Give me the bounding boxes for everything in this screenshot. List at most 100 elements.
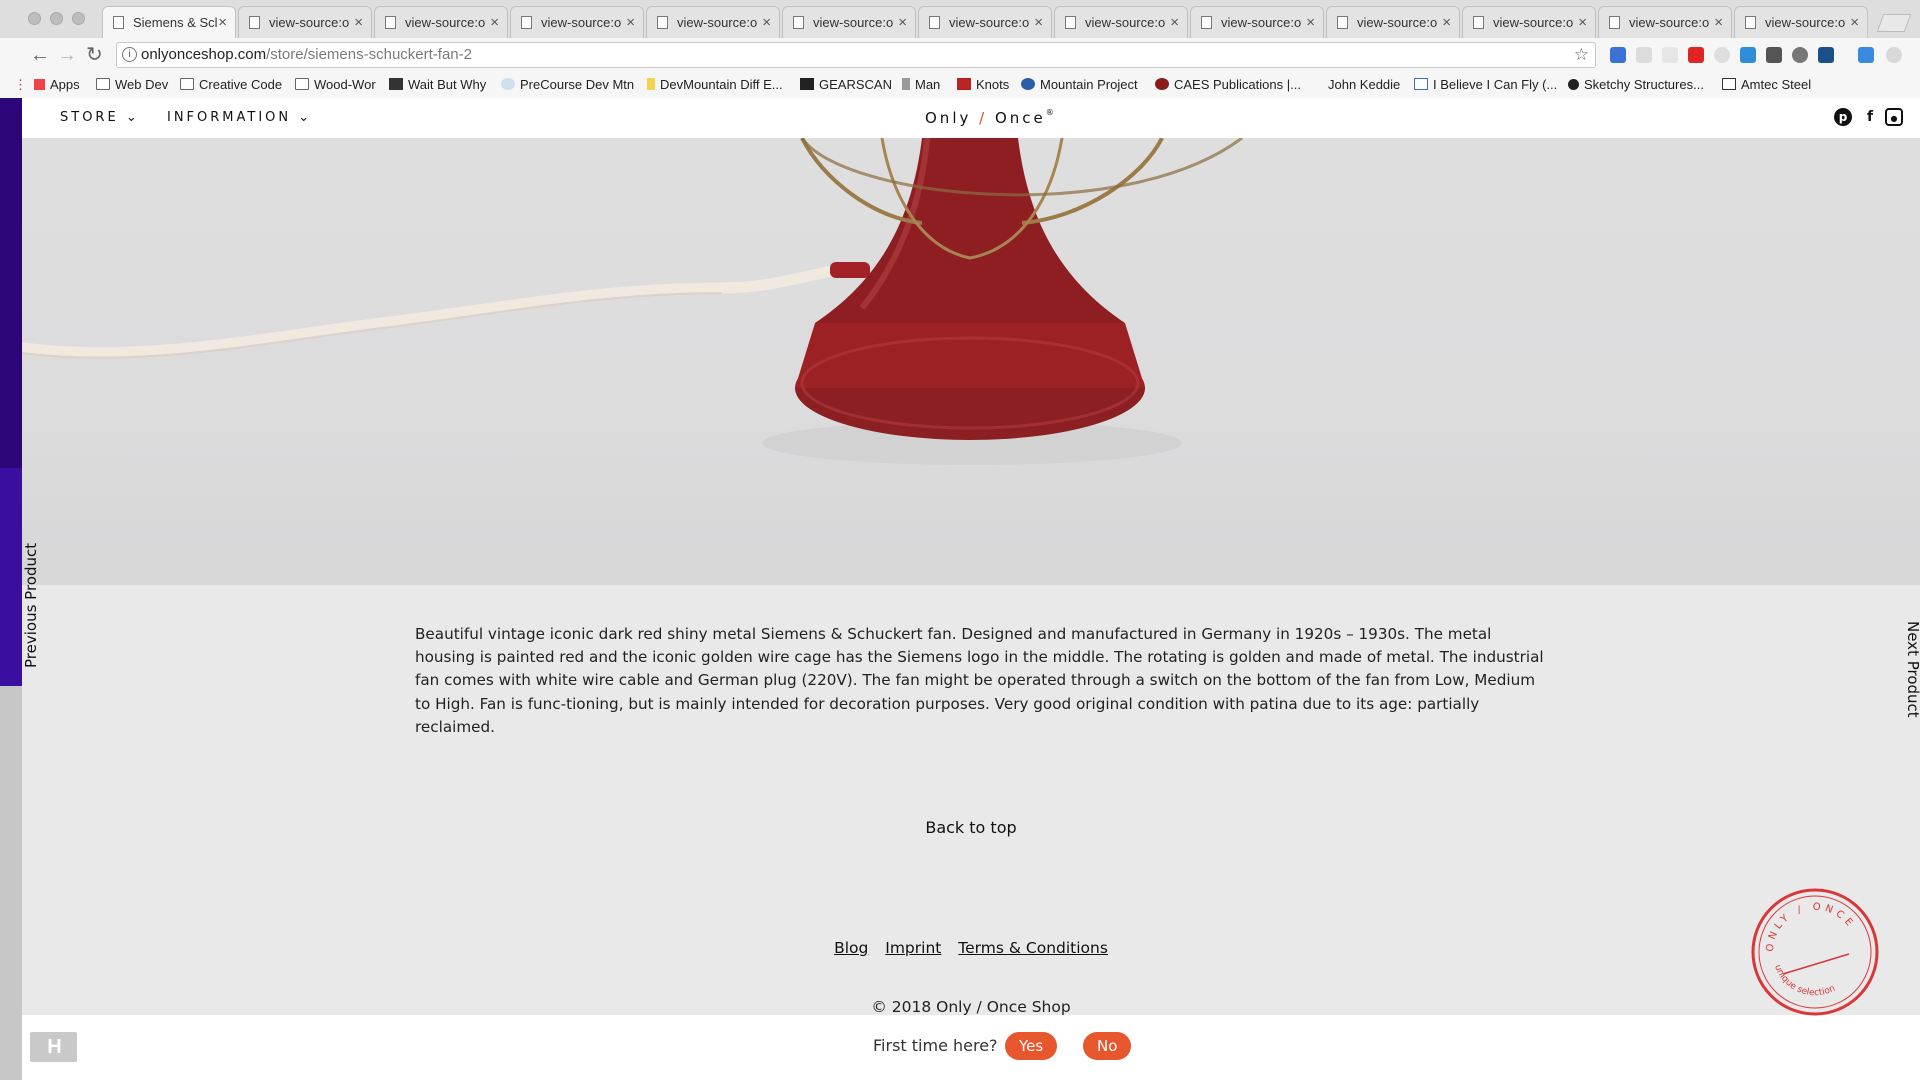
site-icon [1414, 78, 1428, 90]
bookmark-knots[interactable]: Knots [957, 76, 1009, 94]
extension-icon[interactable] [1714, 47, 1730, 63]
info-icon[interactable]: i [122, 47, 137, 62]
back-arrow-icon[interactable]: ← [30, 43, 50, 67]
hx-logo-icon[interactable]: H [30, 1032, 77, 1062]
site-icon [957, 78, 971, 90]
page-icon [929, 16, 940, 29]
bookmark-wait-but-why[interactable]: Wait But Why [389, 76, 486, 94]
close-tab-icon[interactable]: × [218, 7, 227, 38]
page-icon [521, 16, 532, 29]
back-to-top-link[interactable]: Back to top [22, 818, 1920, 837]
close-tab-icon[interactable]: × [1578, 7, 1587, 38]
no-button[interactable]: No [1083, 1032, 1132, 1060]
bookmark-i-believe[interactable]: I Believe I Can Fly (... [1414, 76, 1557, 94]
extension-youtube-icon[interactable] [1688, 47, 1704, 63]
site-icon [1155, 78, 1169, 90]
browser-tab[interactable]: view-source:o × [782, 6, 916, 38]
browser-tab-active[interactable]: Siemens & Scl × [102, 6, 236, 38]
bookmark-john-keddie[interactable]: John Keddie [1328, 76, 1400, 94]
apps-shortcut-icon[interactable]: ⋮ [14, 76, 27, 94]
fan-photo [22, 136, 1243, 465]
bookmark-precourse[interactable]: PreCourse Dev Mtn [501, 76, 634, 94]
page-icon [1065, 16, 1076, 29]
extension-vue-icon[interactable] [1740, 47, 1756, 63]
browser-tab[interactable]: view-source:o × [1326, 6, 1460, 38]
bookmark-creative-code[interactable]: Creative Code [180, 76, 282, 94]
bookmark-apps[interactable]: Apps [34, 76, 80, 94]
extension-eyedropper-icon[interactable] [1858, 47, 1874, 63]
product-image [22, 136, 1920, 585]
address-bar[interactable]: i onlyonceshop.com/store/siemens-schucke… [116, 42, 1596, 68]
site-header: STORE ⌄ INFORMATION ⌄ Only / Once® p f ● [22, 98, 1920, 138]
browser-tab[interactable]: view-source:o × [238, 6, 372, 38]
bookmark-man[interactable]: Man [902, 76, 940, 94]
blog-link[interactable]: Blog [834, 939, 868, 957]
facebook-icon[interactable]: f [1861, 108, 1879, 126]
extension-icon[interactable] [1662, 47, 1678, 63]
extension-bug-icon[interactable] [1792, 47, 1808, 63]
browser-tab[interactable]: view-source:o × [1598, 6, 1732, 38]
browser-tab[interactable]: view-source:o × [1462, 6, 1596, 38]
bookmark-mountain-project[interactable]: Mountain Project [1021, 76, 1138, 94]
browser-tab[interactable]: view-source:o × [918, 6, 1052, 38]
close-tab-icon[interactable]: × [1714, 7, 1723, 38]
extension-f-icon[interactable] [1818, 47, 1834, 63]
forward-arrow-icon[interactable]: → [57, 43, 77, 67]
browser-tab[interactable]: view-source:o × [1734, 6, 1868, 38]
store-menu[interactable]: STORE ⌄ [60, 110, 140, 125]
bookmark-gearscan[interactable]: GEARSCAN [800, 76, 892, 94]
tab-strip: Siemens & Scl × view-source:o × view-sour… [0, 0, 1920, 38]
site-icon [647, 78, 655, 90]
bookmark-web-dev[interactable]: Web Dev [96, 76, 168, 94]
page-icon [385, 16, 396, 29]
bookmark-star-icon[interactable]: ☆ [1574, 43, 1589, 67]
extension-icon[interactable] [1886, 47, 1902, 63]
browser-chrome: Siemens & Scl × view-source:o × view-sour… [0, 0, 1920, 98]
bookmark-wood-wor[interactable]: Wood-Wor [295, 76, 376, 94]
extension-icon[interactable] [1636, 47, 1652, 63]
close-tab-icon[interactable]: × [490, 7, 499, 38]
minimize-window-button[interactable] [50, 12, 63, 25]
close-tab-icon[interactable]: × [626, 7, 635, 38]
extension-font-icon[interactable] [1766, 47, 1782, 63]
page-icon [793, 16, 804, 29]
close-tab-icon[interactable]: × [1442, 7, 1451, 38]
unique-selection-stamp[interactable]: ONLY / ONCE unique selection [1749, 886, 1881, 1018]
yes-button[interactable]: Yes [1005, 1032, 1058, 1060]
terms-link[interactable]: Terms & Conditions [958, 939, 1108, 957]
new-tab-button[interactable] [1876, 14, 1912, 32]
close-tab-icon[interactable]: × [1850, 7, 1859, 38]
close-tab-icon[interactable]: × [1306, 7, 1315, 38]
browser-tab[interactable]: view-source:o × [374, 6, 508, 38]
site-icon [501, 78, 515, 90]
pinterest-icon[interactable]: p [1834, 108, 1852, 126]
previous-product-link[interactable]: Previous Product [22, 543, 40, 668]
next-product-link[interactable]: Next Product [1904, 621, 1920, 718]
browser-tab[interactable]: view-source:o × [646, 6, 780, 38]
bookmark-devmountain[interactable]: DevMountain Diff E... [647, 76, 783, 94]
bookmark-caes[interactable]: CAES Publications |... [1155, 76, 1301, 94]
extension-lastpass-icon[interactable] [1610, 47, 1626, 63]
browser-tab[interactable]: view-source:o × [1190, 6, 1324, 38]
first-time-bar: H First time here? Yes No [22, 1015, 1920, 1080]
stamp-bottom-text: unique selection [1772, 963, 1837, 998]
information-menu[interactable]: INFORMATION ⌄ [167, 110, 312, 125]
url-path: /store/siemens-schuckert-fan-2 [266, 46, 472, 63]
imprint-link[interactable]: Imprint [885, 939, 941, 957]
close-tab-icon[interactable]: × [898, 7, 907, 38]
browser-tab[interactable]: view-source:o × [510, 6, 644, 38]
page-icon [249, 16, 260, 29]
maximize-window-button[interactable] [72, 12, 85, 25]
close-tab-icon[interactable]: × [762, 7, 771, 38]
chevron-down-icon: ⌄ [125, 110, 140, 125]
close-tab-icon[interactable]: × [1034, 7, 1043, 38]
site-logo[interactable]: Only / Once® [925, 108, 1054, 127]
browser-tab[interactable]: view-source:o × [1054, 6, 1188, 38]
bookmark-amtec-steel[interactable]: Amtec Steel [1722, 76, 1811, 94]
close-tab-icon[interactable]: × [1170, 7, 1179, 38]
reload-icon[interactable]: ↻ [86, 43, 103, 67]
close-window-button[interactable] [28, 12, 41, 25]
close-tab-icon[interactable]: × [354, 7, 363, 38]
instagram-icon[interactable]: ● [1885, 108, 1903, 126]
bookmark-sketchy-structures[interactable]: Sketchy Structures... [1568, 76, 1704, 94]
